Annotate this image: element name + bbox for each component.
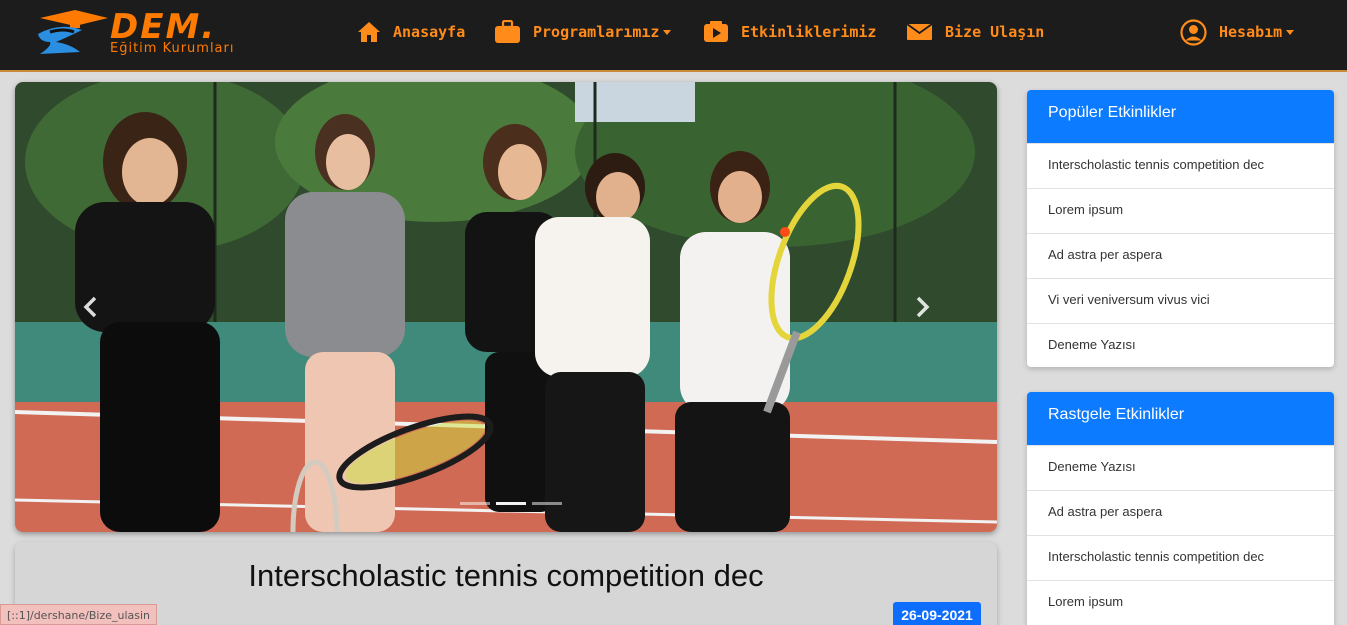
chevron-down-icon xyxy=(663,30,672,35)
article-title: Interscholastic tennis competition dec xyxy=(248,558,764,593)
brand-name: DEM. xyxy=(110,7,217,47)
nav-account-dropdown[interactable]: Hesabım xyxy=(1180,18,1295,46)
brand-logo[interactable]: DEM. Eğitim Kurumları xyxy=(30,6,280,62)
image-carousel[interactable] xyxy=(15,82,997,532)
date-badge: 26-09-2021 xyxy=(893,602,981,625)
browser-status-url: [::1]/dershane/Bize_ulasin xyxy=(0,604,158,625)
graduation-cap-logo-icon xyxy=(38,10,108,54)
nav-home[interactable]: Anasayfa xyxy=(357,18,465,46)
nav-programs-dropdown[interactable]: Programlarımız xyxy=(494,18,672,46)
carousel-slide-image xyxy=(15,82,997,532)
nav-programs-label: Programlarımız xyxy=(533,23,660,41)
popular-events-header: Popüler Etkinlikler xyxy=(1027,90,1334,143)
nav-events-label: Etkinliklerimiz xyxy=(741,23,877,41)
envelope-icon xyxy=(906,23,933,40)
article-card: Interscholastic tennis competition dec 2… xyxy=(15,542,997,625)
list-item[interactable]: Interscholastic tennis competition dec xyxy=(1027,535,1334,580)
list-item[interactable]: Lorem ipsum xyxy=(1027,188,1334,233)
list-item[interactable]: Vi veri veniversum vivus vici xyxy=(1027,278,1334,323)
list-item[interactable]: Interscholastic tennis competition dec xyxy=(1027,143,1334,188)
nav-contact-label: Bize Ulaşın xyxy=(945,23,1045,41)
list-item[interactable]: Ad astra per aspera xyxy=(1027,490,1334,535)
list-item[interactable]: Lorem ipsum xyxy=(1027,580,1334,625)
carousel-next-button[interactable] xyxy=(903,282,943,332)
carousel-prev-button[interactable] xyxy=(70,282,110,332)
list-item[interactable]: Ad astra per aspera xyxy=(1027,233,1334,278)
nav-account-label: Hesabım xyxy=(1219,23,1283,41)
nav-events[interactable]: Etkinliklerimiz xyxy=(703,18,876,46)
home-icon xyxy=(358,22,380,42)
carousel-indicators xyxy=(460,502,562,505)
user-circle-icon xyxy=(1180,18,1207,46)
chevron-down-icon xyxy=(1286,30,1295,35)
random-events-card: Rastgele Etkinlikler Deneme Yazısı Ad as… xyxy=(1027,392,1334,625)
list-item[interactable]: Deneme Yazısı xyxy=(1027,445,1334,490)
chevron-right-icon xyxy=(916,296,930,318)
chevron-left-icon xyxy=(83,296,97,318)
list-item[interactable]: Deneme Yazısı xyxy=(1027,323,1334,367)
popular-events-card: Popüler Etkinlikler Interscholastic tenn… xyxy=(1027,90,1334,367)
brand-subtitle: Eğitim Kurumları xyxy=(110,41,235,56)
briefcase-icon xyxy=(495,20,520,43)
nav-home-label: Anasayfa xyxy=(393,23,466,41)
carousel-indicator[interactable] xyxy=(532,502,562,505)
carousel-indicator[interactable] xyxy=(460,502,490,505)
nav-contact[interactable]: Bize Ulaşın xyxy=(906,18,1044,46)
video-icon xyxy=(704,21,728,42)
navbar: DEM. Eğitim Kurumları Anasayfa Programla… xyxy=(0,0,1347,72)
carousel-indicator-active[interactable] xyxy=(496,502,526,505)
random-events-header: Rastgele Etkinlikler xyxy=(1027,392,1334,445)
